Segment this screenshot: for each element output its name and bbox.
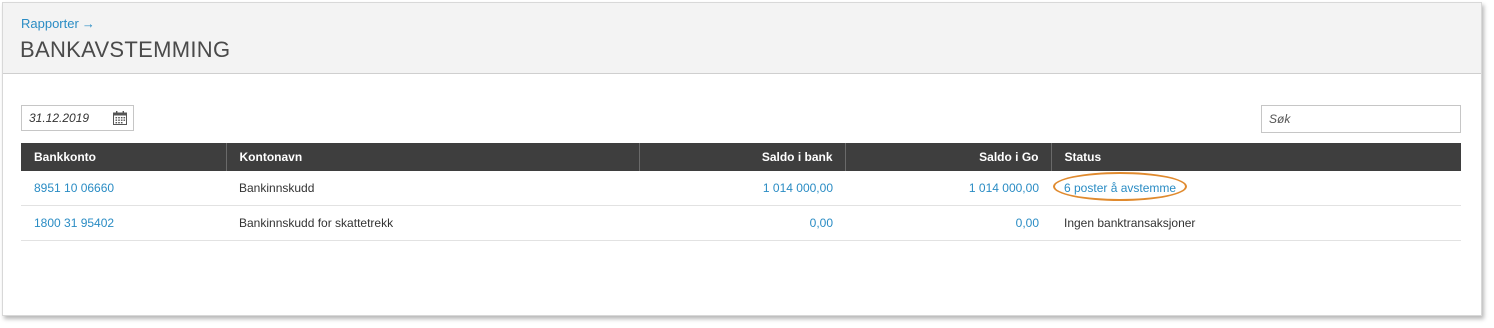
date-input[interactable] [22,106,110,130]
bank-balance-cell: 0,00 [639,205,845,241]
column-header-bankkonto[interactable]: Bankkonto [21,143,227,171]
table-row: 1800 31 95402 Bankinnskudd for skattetre… [21,205,1461,241]
column-header-saldo-go[interactable]: Saldo i Go [845,143,1052,171]
search-input[interactable] [1262,106,1460,132]
go-balance-cell: 1 014 000,00 [845,171,1051,206]
bank-balance-link[interactable]: 1 014 000,00 [763,181,833,195]
table-header-row: Bankkonto Kontonavn Saldo i bank Saldo i… [21,143,1461,171]
bank-balance-cell: 1 014 000,00 [639,171,845,206]
account-name-cell: Bankinnskudd for skattetrekk [226,205,639,241]
page-title: BANKAVSTEMMING [20,37,231,62]
page-header: Rapporter → BANKAVSTEMMING [3,3,1481,74]
go-balance-link[interactable]: 0,00 [1016,216,1039,230]
status-highlight-wrap: 6 poster å avstemme [1053,172,1187,201]
go-balance-link[interactable]: 1 014 000,00 [969,181,1039,195]
go-balance-cell: 0,00 [845,205,1051,241]
column-header-status[interactable]: Status [1051,143,1461,171]
column-header-saldo-bank[interactable]: Saldo i bank [639,143,846,171]
reconcile-status-link[interactable]: 6 poster å avstemme [1064,181,1176,195]
account-number-link[interactable]: 8951 10 06660 [34,181,114,195]
account-number-cell: 1800 31 95402 [21,205,226,241]
calendar-icon[interactable] [112,110,128,126]
bank-accounts-table: Bankkonto Kontonavn Saldo i bank Saldo i… [21,143,1461,241]
arrow-right-icon: → [81,16,95,31]
status-cell: 6 poster å avstemme [1051,171,1461,206]
bank-balance-link[interactable]: 0,00 [810,216,833,230]
account-number-link[interactable]: 1800 31 95402 [34,216,114,230]
search-field[interactable] [1261,105,1461,133]
date-picker[interactable] [21,105,134,131]
report-window: Rapporter → BANKAVSTEMMING 31.12.2019 Sø… [2,2,1482,316]
status-cell: Ingen banktransaksjoner [1051,205,1461,241]
column-header-kontonavn[interactable]: Kontonavn [226,143,640,171]
breadcrumb[interactable]: Rapporter → [21,16,95,31]
table-row: 8951 10 06660 Bankinnskudd 1 014 000,00 … [21,171,1461,206]
account-number-cell: 8951 10 06660 [21,171,226,206]
account-name-cell: Bankinnskudd [226,171,639,206]
breadcrumb-label: Rapporter [21,16,79,31]
